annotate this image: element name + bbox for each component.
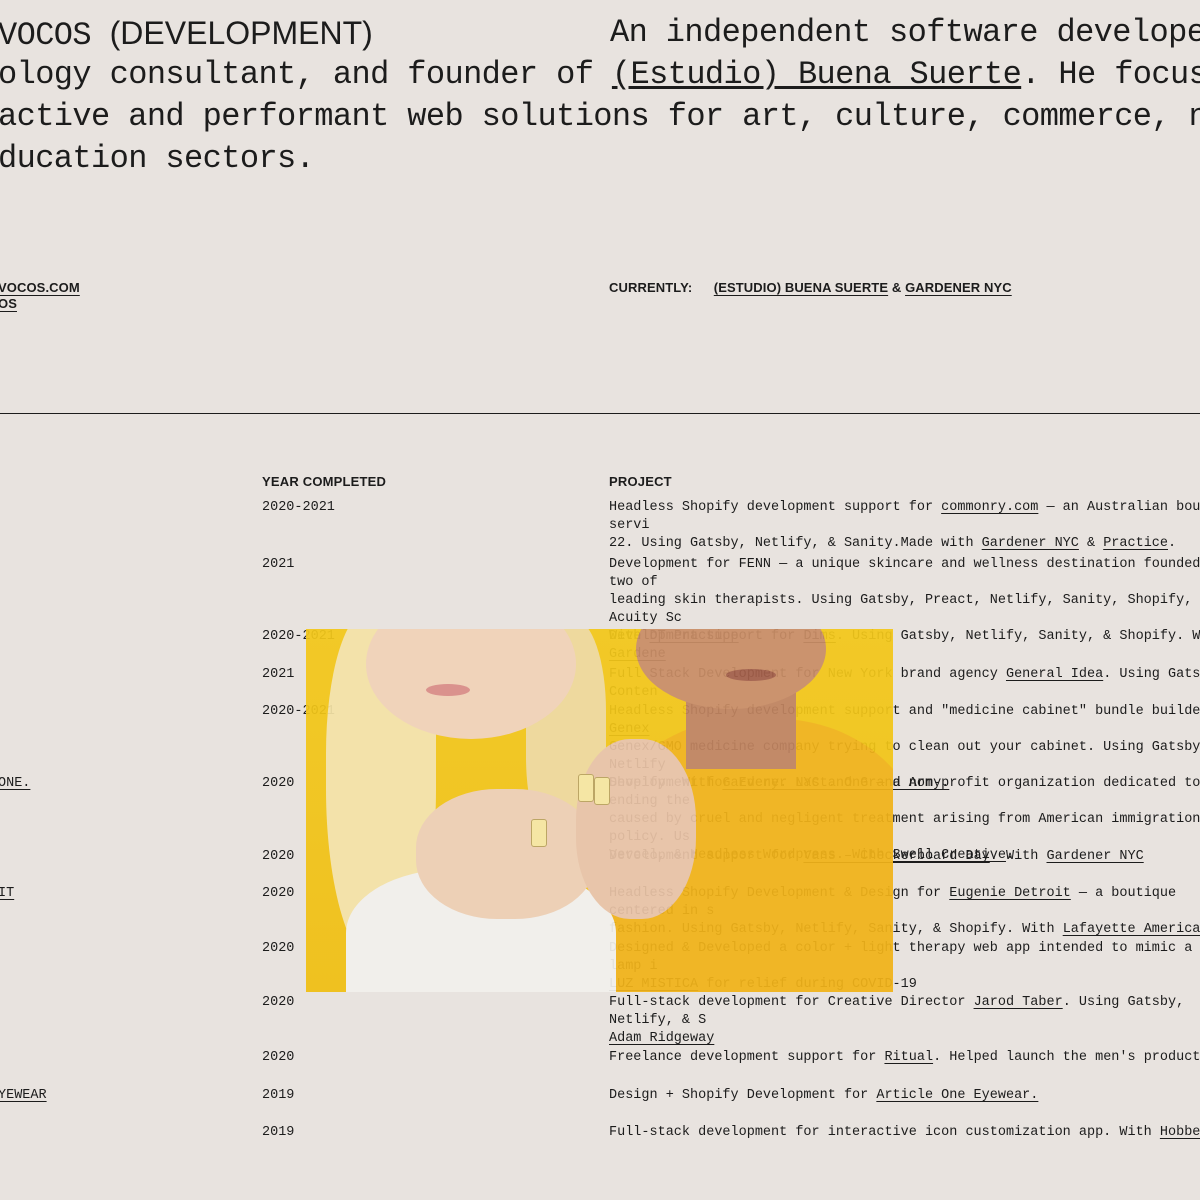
project-link[interactable]: Gardener NYC	[1047, 849, 1144, 864]
bio-text: . He focuses on	[1021, 56, 1200, 93]
year-completed: 2020	[262, 995, 295, 1010]
bio-line-4: ducation sectors.	[0, 140, 315, 177]
year-completed: 2020	[262, 849, 295, 864]
bio-line-3: active and performant web solutions for …	[0, 98, 1200, 135]
description-text: Full-stack development for Creative Dire…	[609, 995, 974, 1010]
year-completed: 2021	[262, 557, 295, 572]
client-link[interactable]: IT	[0, 885, 14, 903]
intro-header: VOCOS (DEVELOPMENT) An independent softw…	[0, 0, 1200, 200]
project-link[interactable]: Adam Ridgeway	[609, 1031, 714, 1046]
description-text: . With	[989, 849, 1047, 864]
developer-role: (DEVELOPMENT)	[109, 15, 373, 51]
project-link[interactable]: General Idea	[1006, 667, 1103, 682]
description-text: . Helped launch the men's product	[933, 1050, 1200, 1065]
project-link[interactable]: Ritual	[884, 1050, 933, 1065]
year-completed: 2019	[262, 1088, 295, 1103]
description-text: &	[1078, 536, 1104, 551]
ampersand: &	[891, 280, 902, 295]
year-completed: 2020	[262, 776, 295, 791]
project-link[interactable]: Lafayette American	[1063, 922, 1200, 937]
year-completed: 2020	[262, 1050, 295, 1065]
year-completed: 2020	[262, 941, 295, 956]
header-line-1: VOCOS (DEVELOPMENT)	[0, 12, 373, 57]
project-description: Design + Shopify Development for Article…	[609, 1087, 1200, 1105]
section-divider	[0, 413, 1200, 414]
description-text: Headless Shopify development support for	[609, 500, 942, 515]
project-description: Full-stack development for interactive i…	[609, 1124, 1200, 1142]
project-link[interactable]: Article One Eyewear.	[876, 1088, 1038, 1103]
bio-line-2: ology consultant, and founder of (Estudi…	[0, 54, 1200, 96]
developer-name: VOCOS	[0, 17, 92, 54]
project-link[interactable]: Eugenie Detroit	[949, 886, 1071, 901]
description-text: .	[1168, 536, 1177, 551]
project-link[interactable]: commonry.com	[941, 500, 1038, 515]
currently-block: CURRENTLY: (ESTUDIO) BUENA SUERTE & GARD…	[609, 280, 1012, 296]
hover-preview-photo	[306, 629, 893, 992]
description-text: Design + Shopify Development for	[609, 1088, 877, 1103]
year-completed: 2021	[262, 667, 295, 682]
year-completed: 2020	[262, 886, 295, 901]
social-link[interactable]: OS	[0, 296, 17, 311]
email-link[interactable]: VOCOS.COM	[0, 280, 80, 295]
project-link[interactable]: Hobbes	[1160, 1125, 1200, 1140]
year-column-header: YEAR COMPLETED	[262, 474, 387, 489]
project-column-header: PROJECT	[609, 474, 672, 489]
project-description: Headless Shopify development support for…	[609, 499, 1200, 553]
client-link[interactable]: YEWEAR	[0, 1087, 47, 1105]
estudio-link[interactable]: (ESTUDIO) BUENA SUERTE	[714, 280, 888, 295]
description-text: Freelance development support for	[609, 1050, 885, 1065]
client-link[interactable]: ONE.	[0, 775, 30, 793]
bio-line-1: An independent software developer,	[610, 14, 1200, 51]
bio-text: ology consultant, and founder of	[0, 56, 612, 93]
project-link[interactable]: Practice	[1103, 536, 1168, 551]
contact-block: VOCOS.COM OS	[0, 280, 80, 312]
project-description: Freelance development support for Ritual…	[609, 1049, 1200, 1067]
project-link[interactable]: Gardener NYC	[982, 536, 1079, 551]
currently-label: CURRENTLY:	[609, 280, 693, 295]
project-description: Full-stack development for Creative Dire…	[609, 994, 1200, 1048]
description-text: Full-stack development for interactive i…	[609, 1125, 1160, 1140]
buena-suerte-link[interactable]: (Estudio) Buena Suerte	[612, 56, 1022, 93]
year-completed: 2019	[262, 1125, 295, 1140]
project-link[interactable]: Jarod Taber	[974, 995, 1063, 1010]
gardener-link[interactable]: GARDENER NYC	[905, 280, 1012, 295]
year-completed: 2020-2021	[262, 500, 335, 515]
